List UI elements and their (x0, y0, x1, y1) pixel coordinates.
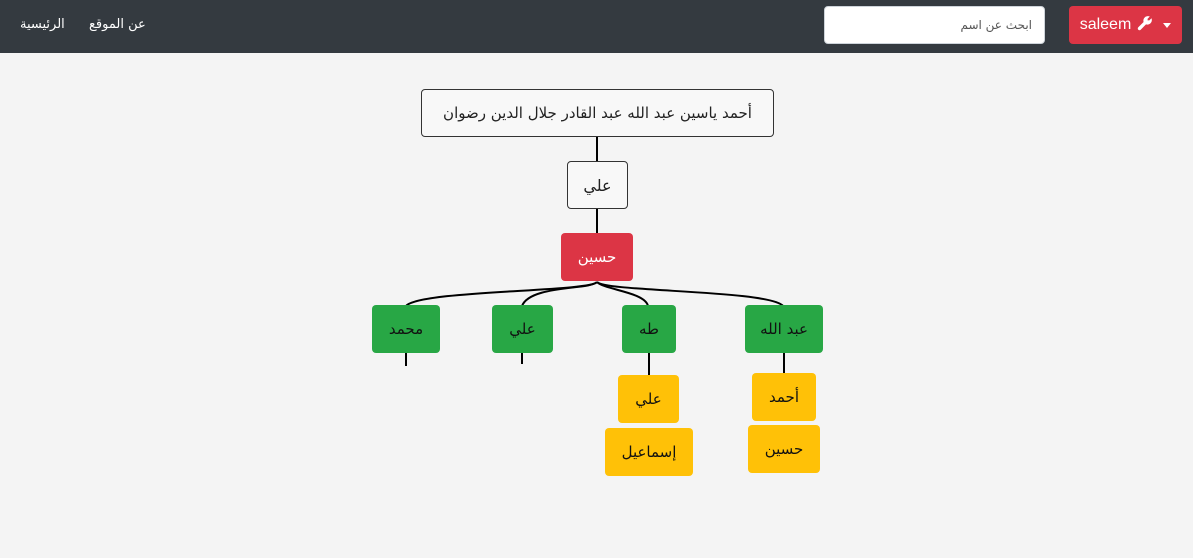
tree-node-grandchild[interactable]: حسين (748, 425, 820, 473)
tree-node-root[interactable]: أحمد ياسين عبد الله عبد القادر جلال الدي… (421, 89, 774, 137)
tree-node-child[interactable]: عبد الله (745, 305, 823, 353)
tree-node-grandchild[interactable]: أحمد (752, 373, 816, 421)
tree-node-grandchild[interactable]: علي (618, 375, 679, 423)
tree-node-child[interactable]: طه (622, 305, 676, 353)
tree-node-child[interactable]: محمد (372, 305, 440, 353)
tree-node-grandchild[interactable]: إسماعيل (605, 428, 693, 476)
tree-node-selected[interactable]: حسين (561, 233, 633, 281)
connector-selected-child-4 (596, 281, 784, 307)
tree-node-child[interactable]: علي (492, 305, 553, 353)
connector-selected-child-2 (521, 281, 598, 307)
connector-selected-child-1 (405, 281, 598, 307)
tree-node-father[interactable]: علي (567, 161, 628, 209)
